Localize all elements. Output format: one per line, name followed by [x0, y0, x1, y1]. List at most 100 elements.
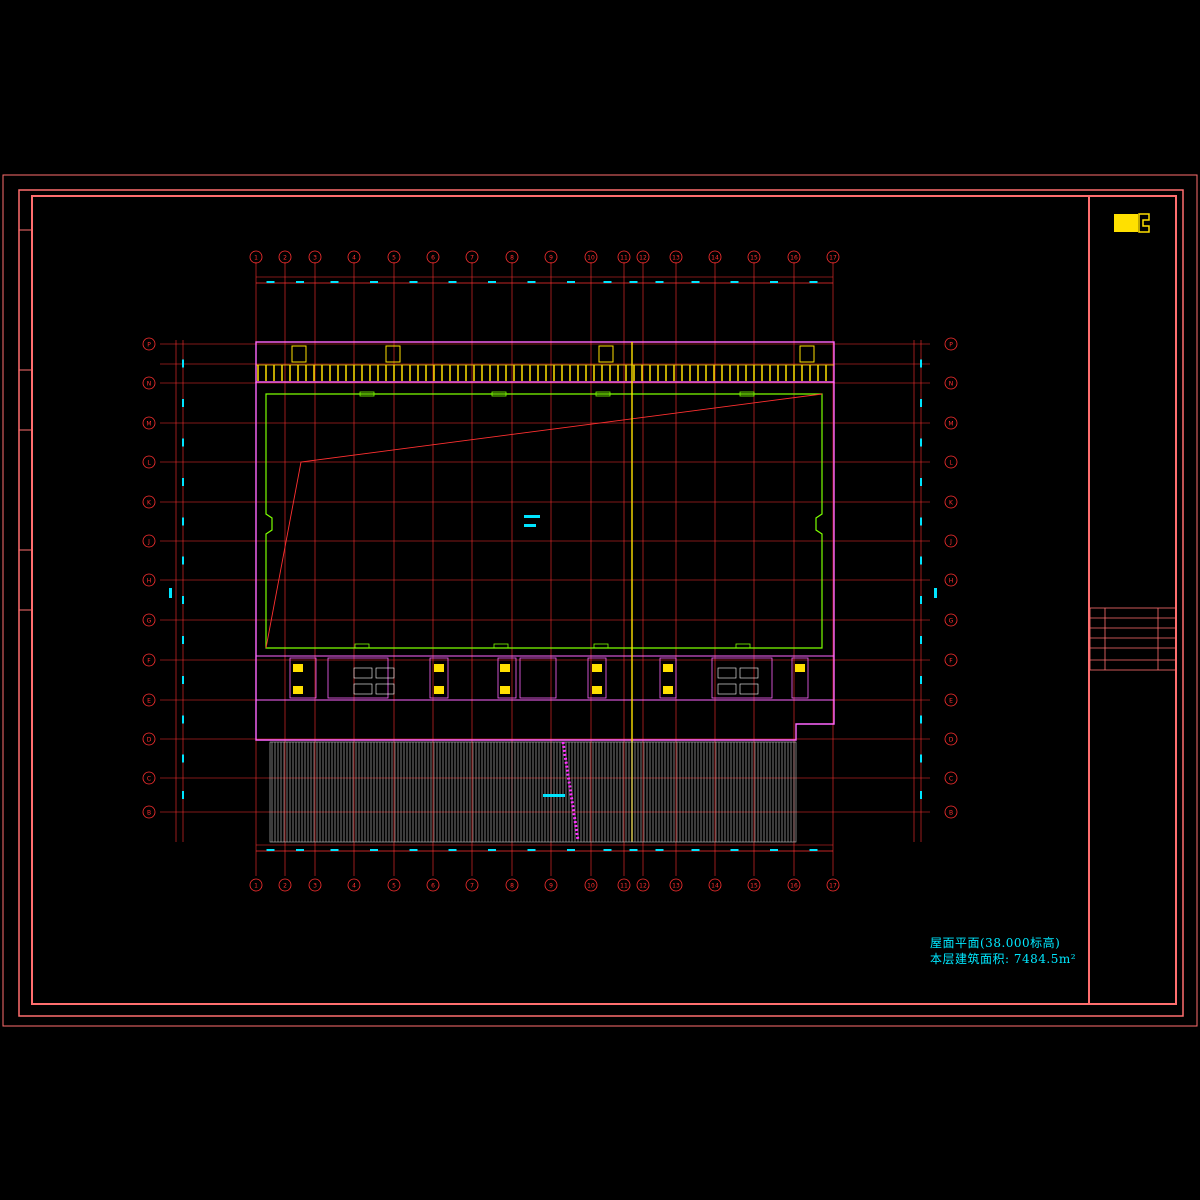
- dimension-text: [296, 849, 304, 851]
- room-label: [524, 515, 540, 518]
- dimension-text: [182, 556, 184, 565]
- axis-bubble-top-label: 16: [790, 255, 798, 262]
- logo-stamp: [1114, 214, 1138, 232]
- dimension-text: [527, 281, 536, 283]
- dimension-text: [330, 281, 339, 283]
- louver-label: [543, 794, 565, 797]
- stair-fill: [592, 664, 602, 672]
- dimension-text: [629, 849, 638, 851]
- dimension-text: [182, 399, 184, 407]
- axis-bubble-bottom-label: 11: [620, 883, 628, 890]
- dimension-text: [920, 715, 922, 724]
- axis-bubble-right-label: C: [949, 776, 953, 783]
- dimension-text: [296, 281, 304, 283]
- axis-bubble-left-label: P: [147, 342, 151, 349]
- dimension-text: [809, 849, 818, 851]
- stair-fill: [500, 686, 510, 694]
- axis-bubble-top-label: 8: [510, 255, 514, 262]
- dimension-text: [655, 849, 664, 851]
- sheet-background: [0, 0, 1200, 1200]
- axis-bubble-top-label: 2: [283, 255, 287, 262]
- stair-fill: [663, 664, 673, 672]
- dimension-text: [603, 849, 612, 851]
- dimension-text: [182, 359, 184, 368]
- dimension-text: [567, 281, 575, 283]
- dimension-text: [730, 281, 739, 283]
- axis-bubble-top-label: 1: [254, 255, 258, 262]
- dimension-text: [920, 438, 922, 447]
- dimension-text: [567, 849, 575, 851]
- dimension-text: [920, 556, 922, 565]
- axis-bubble-bottom-label: 15: [750, 883, 758, 890]
- axis-bubble-top-label: 3: [313, 255, 317, 262]
- axis-bubble-bottom-label: 6: [431, 883, 435, 890]
- stair-fill: [500, 664, 510, 672]
- stair-fill: [434, 686, 444, 694]
- axis-bubble-right-label: H: [949, 578, 954, 585]
- dimension-text: [691, 281, 700, 283]
- axis-bubble-left-label: C: [147, 776, 151, 783]
- dimension-text: [330, 849, 339, 851]
- axis-bubble-bottom-label: 2: [283, 883, 287, 890]
- axis-bubble-bottom-label: 4: [352, 883, 356, 890]
- axis-bubble-left-label: M: [146, 421, 151, 428]
- axis-bubble-bottom-label: 9: [549, 883, 553, 890]
- dimension-text: [182, 636, 184, 644]
- dimension-text: [266, 849, 275, 851]
- axis-bubble-right-label: E: [949, 698, 953, 705]
- stair-fill: [293, 664, 303, 672]
- axis-bubble-bottom-label: 10: [587, 883, 595, 890]
- dimension-text: [169, 588, 172, 598]
- drawing-caption: 屋面平面(38.000标高): [930, 936, 1061, 950]
- axis-bubble-left-label: E: [147, 698, 151, 705]
- axis-bubble-bottom-label: 12: [639, 883, 647, 890]
- axis-bubble-right-label: M: [948, 421, 953, 428]
- axis-bubble-left-label: B: [147, 810, 151, 817]
- dimension-text: [920, 478, 922, 486]
- stair-fill: [663, 686, 673, 694]
- dimension-text: [603, 281, 612, 283]
- axis-bubble-bottom-label: 3: [313, 883, 317, 890]
- axis-bubble-right-label: B: [949, 810, 953, 817]
- axis-bubble-top-label: 14: [711, 255, 719, 262]
- axis-bubble-left-label: N: [147, 381, 152, 388]
- dimension-text: [182, 754, 184, 763]
- dimension-text: [266, 281, 275, 283]
- axis-bubble-right-label: P: [949, 342, 953, 349]
- dimension-text: [770, 281, 778, 283]
- dimension-text: [409, 849, 418, 851]
- dimension-text: [934, 588, 937, 598]
- axis-bubble-right-label: D: [949, 737, 954, 744]
- dimension-text: [182, 596, 184, 604]
- dimension-text: [182, 517, 184, 526]
- axis-bubble-right-label: J: [949, 539, 952, 546]
- room-label: [524, 524, 536, 527]
- dimension-text: [409, 281, 418, 283]
- axis-bubble-bottom-label: 5: [392, 883, 396, 890]
- dimension-text: [920, 359, 922, 368]
- dimension-text: [809, 281, 818, 283]
- axis-bubble-top-label: 15: [750, 255, 758, 262]
- dimension-text: [920, 754, 922, 763]
- axis-bubble-top-label: 4: [352, 255, 356, 262]
- dimension-text: [182, 676, 184, 684]
- axis-bubble-top-label: 5: [392, 255, 396, 262]
- dimension-text: [527, 849, 536, 851]
- dimension-text: [770, 849, 778, 851]
- roof-plan-drawing: 1122334455667788991010111112121313141415…: [0, 0, 1200, 1200]
- dimension-text: [920, 791, 922, 799]
- stair-fill: [795, 664, 805, 672]
- axis-bubble-bottom-label: 1: [254, 883, 258, 890]
- dimension-text: [488, 281, 496, 283]
- axis-bubble-top-label: 13: [672, 255, 680, 262]
- dimension-text: [448, 281, 457, 283]
- dimension-text: [629, 281, 638, 283]
- dimension-text: [488, 849, 496, 851]
- dimension-text: [182, 791, 184, 799]
- axis-bubble-right-label: G: [949, 618, 954, 625]
- dimension-text: [920, 399, 922, 407]
- axis-bubble-top-label: 6: [431, 255, 435, 262]
- axis-bubble-bottom-label: 17: [829, 883, 837, 890]
- dimension-text: [691, 849, 700, 851]
- axis-bubble-top-label: 9: [549, 255, 553, 262]
